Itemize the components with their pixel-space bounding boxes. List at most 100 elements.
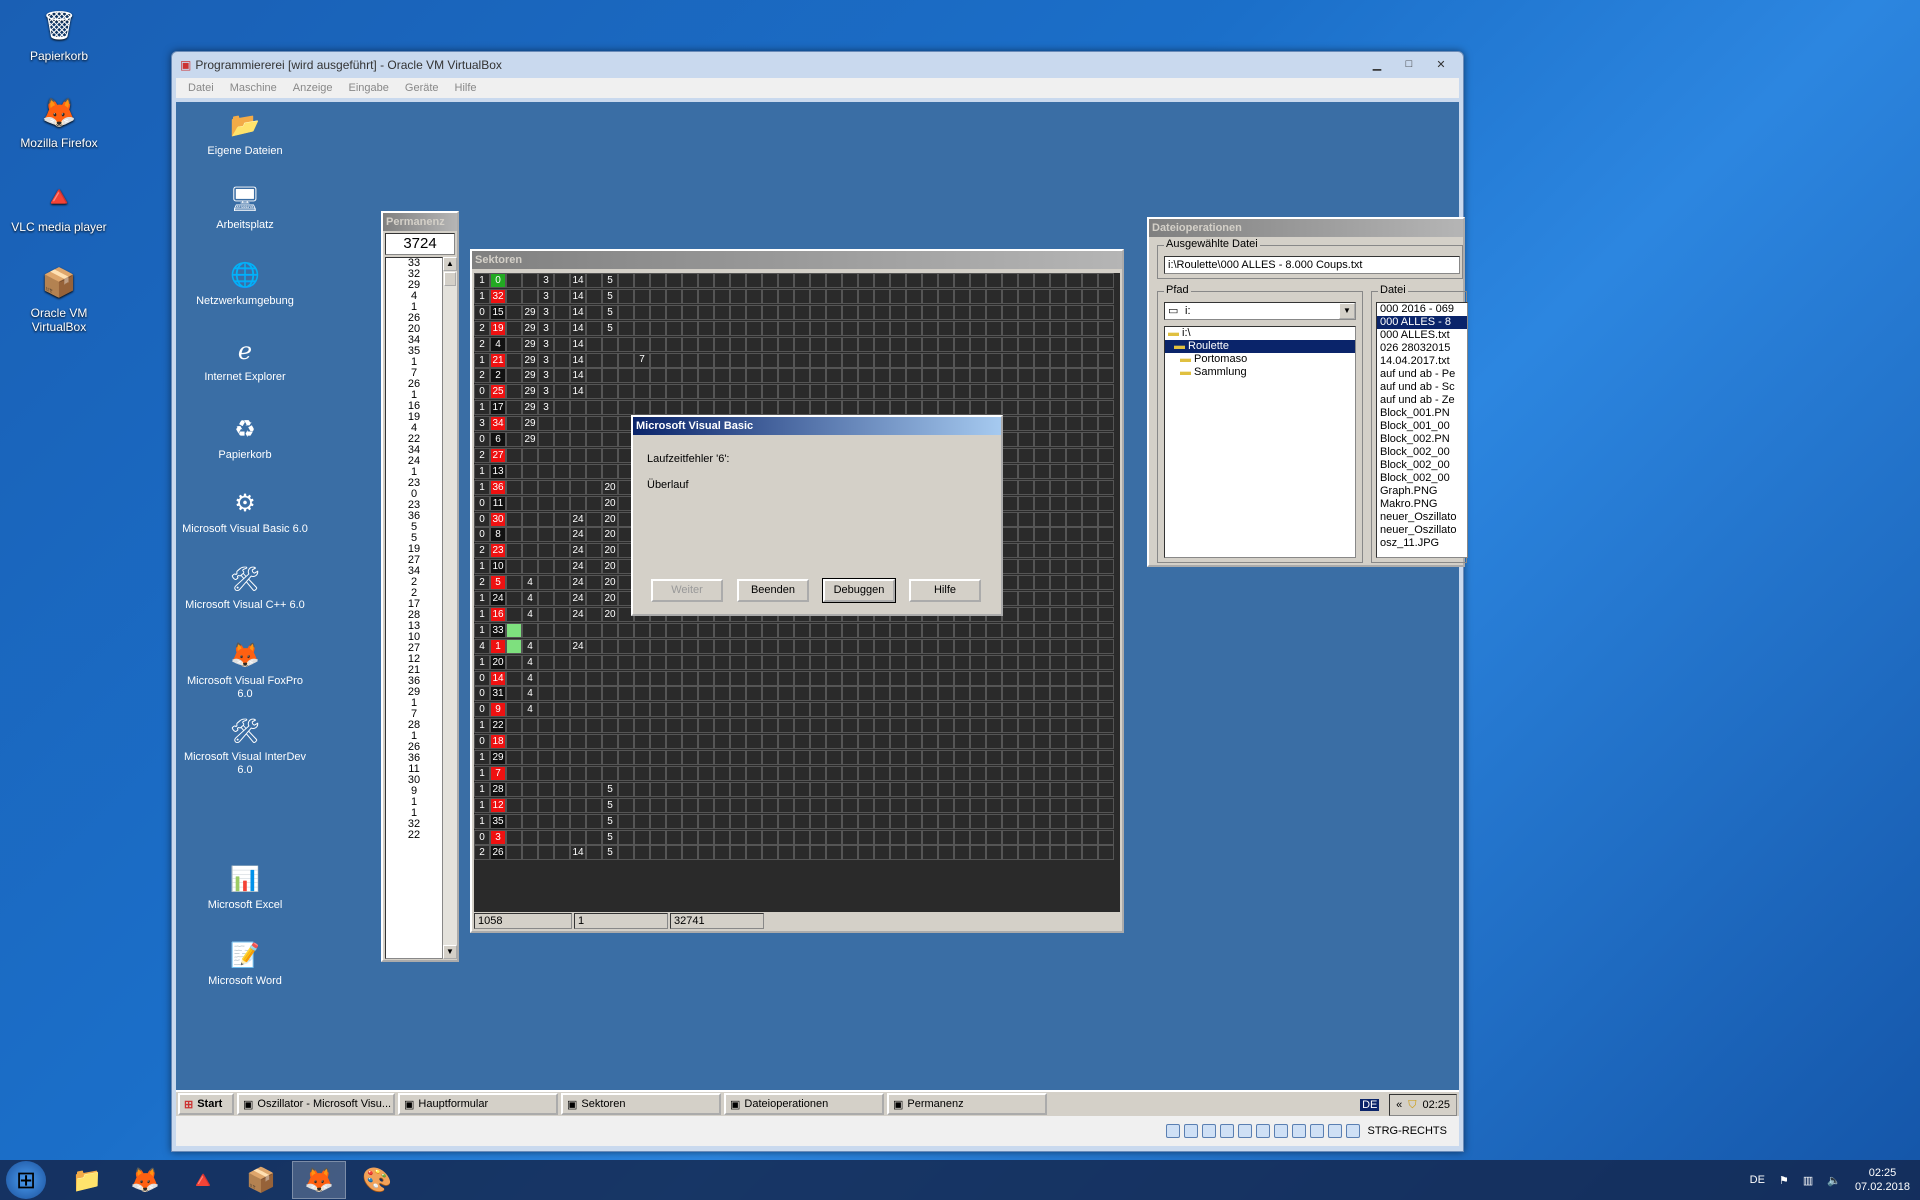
file-item[interactable]: Block_002_00 — [1377, 472, 1467, 485]
display-status-icon[interactable] — [1273, 1124, 1288, 1138]
folder-tree[interactable]: ▬ i:\ ▬ Roulette ▬ Portomaso ▬ Sammlung — [1164, 326, 1356, 558]
grid-cell — [842, 384, 858, 399]
windows-start-orb-icon[interactable]: ⊞ — [6, 1161, 46, 1199]
vlc-taskbar-icon[interactable]: 🔺 — [176, 1161, 230, 1199]
file-item[interactable]: Makro.PNG — [1377, 498, 1467, 511]
file-item[interactable]: neuer_Oszillato — [1377, 511, 1467, 524]
firefox-active-taskbar-icon[interactable]: 🦊 — [292, 1161, 346, 1199]
file-item[interactable]: auf und ab - Sc — [1377, 381, 1467, 394]
menu-item[interactable]: Eingabe — [349, 82, 389, 94]
file-item[interactable]: Block_002_00 — [1377, 446, 1467, 459]
file-item[interactable]: Block_001.PN — [1377, 407, 1467, 420]
tree-item[interactable]: ▬ Sammlung — [1165, 366, 1355, 379]
guest-taskbar-button[interactable]: ▣ Permanenz — [887, 1093, 1047, 1115]
dialog-title[interactable]: Microsoft Visual Basic — [633, 417, 1001, 435]
mouse-status-icon[interactable] — [1327, 1124, 1342, 1138]
guest-desktop-icon[interactable]: 📊 Microsoft Excel — [180, 862, 310, 912]
desktop-icon-recycle-bin[interactable]: 🗑 Papierkorb — [4, 5, 114, 64]
cpu-status-icon[interactable] — [1309, 1124, 1324, 1138]
file-item[interactable]: 026 28032015 — [1377, 342, 1467, 355]
start-button[interactable]: ⊞ Start — [178, 1093, 234, 1115]
weiter-button[interactable]: Weiter — [651, 579, 723, 602]
desktop-icon-firefox[interactable]: 🦊 Mozilla Firefox — [4, 92, 114, 151]
guest-desktop-icon[interactable]: 📂 Eigene Dateien — [180, 108, 310, 158]
host-lang[interactable]: DE — [1750, 1174, 1765, 1186]
close-button[interactable]: ✕ — [1429, 56, 1453, 72]
guest-desktop-icon[interactable]: 🛠 Microsoft Visual C++ 6.0 — [180, 562, 310, 612]
paint-taskbar-icon[interactable]: 🎨 — [350, 1161, 404, 1199]
grid-cell — [554, 623, 570, 638]
guest-desktop-icon[interactable]: ℯ Internet Explorer — [180, 334, 310, 384]
guest-taskbar-button[interactable]: ▣ Dateioperationen — [724, 1093, 884, 1115]
hilfe-button[interactable]: Hilfe — [909, 579, 981, 602]
beenden-button[interactable]: Beenden — [737, 579, 809, 602]
tray-expand-icon[interactable]: « — [1396, 1099, 1402, 1111]
permanenz-title[interactable]: Permanenz — [383, 213, 457, 231]
scroll-thumb[interactable] — [444, 272, 456, 286]
permanenz-list[interactable]: 33 32 29 4 1 26 20 34 35 1 7 26 1 16 19 4 22 34 24 1 23 0 23 36… — [385, 257, 443, 959]
guest-desktop-icon[interactable]: ♻ Papierkorb — [180, 412, 310, 462]
desktop-icon-virtualbox[interactable]: 📦 Oracle VM VirtualBox — [4, 262, 114, 335]
keyboard-status-icon[interactable] — [1345, 1124, 1360, 1138]
tree-item[interactable]: ▬ Portomaso — [1165, 353, 1355, 366]
volume-icon[interactable]: 🔈 — [1827, 1174, 1841, 1187]
file-item[interactable]: 000 ALLES - 8 — [1377, 316, 1467, 329]
file-item[interactable]: Block_002.PN — [1377, 433, 1467, 446]
menu-item[interactable]: Datei — [188, 82, 214, 94]
sektoren-title[interactable]: Sektoren — [472, 251, 1122, 269]
debuggen-button[interactable]: Debuggen — [822, 578, 896, 603]
file-item[interactable]: 000 ALLES.txt — [1377, 329, 1467, 342]
cd-status-icon[interactable] — [1183, 1124, 1198, 1138]
virtualbox-taskbar-icon[interactable]: 📦 — [234, 1161, 288, 1199]
lang-indicator[interactable]: DE — [1360, 1099, 1380, 1111]
scroll-down-button[interactable]: ▼ — [443, 945, 457, 959]
file-list[interactable]: 000 2016 - 069 000 ALLES - 8 000 ALLES.txt… — [1376, 302, 1468, 558]
minimize-button[interactable]: ▁ — [1365, 56, 1389, 72]
tree-item[interactable]: ▬ i:\ — [1165, 327, 1355, 340]
file-item[interactable]: neuer_Oszillato — [1377, 524, 1467, 537]
scroll-up-button[interactable]: ▲ — [443, 257, 457, 271]
datei-title[interactable]: Dateioperationen — [1149, 219, 1463, 237]
host-clock[interactable]: 02:25 07.02.2018 — [1855, 1166, 1910, 1194]
explorer-taskbar-icon[interactable]: 📁 — [60, 1161, 114, 1199]
hdd-status-icon[interactable] — [1165, 1124, 1180, 1138]
network-icon[interactable]: ▥ — [1803, 1174, 1813, 1187]
selected-file-field[interactable]: i:\Roulette\000 ALLES - 8.000 Coups.txt — [1164, 256, 1460, 274]
file-item[interactable]: Graph.PNG — [1377, 485, 1467, 498]
maximize-button[interactable]: □ — [1397, 56, 1421, 72]
desktop-icon-vlc[interactable]: 🔺 VLC media player — [4, 176, 114, 235]
drive-select[interactable]: ▭ i: ▼ — [1164, 302, 1356, 320]
audio-status-icon[interactable] — [1201, 1124, 1216, 1138]
firefox-taskbar-icon[interactable]: 🦊 — [118, 1161, 172, 1199]
guest-taskbar-button[interactable]: ▣ Sektoren — [561, 1093, 721, 1115]
chevron-down-icon[interactable]: ▼ — [1339, 303, 1355, 319]
guest-desktop-icon[interactable]: 🌐 Netzwerkumgebung — [180, 258, 310, 308]
menu-item[interactable]: Maschine — [230, 82, 277, 94]
network-status-icon[interactable] — [1219, 1124, 1234, 1138]
tree-item[interactable]: ▬ Roulette — [1165, 340, 1355, 353]
file-item[interactable]: auf und ab - Pe — [1377, 368, 1467, 381]
menu-item[interactable]: Geräte — [405, 82, 439, 94]
guest-desktop-icon[interactable]: 🖥 Arbeitsplatz — [180, 182, 310, 232]
file-item[interactable]: 000 2016 - 069 — [1377, 303, 1467, 316]
shield-icon[interactable]: ⛉ — [1408, 1099, 1416, 1112]
capture-status-icon[interactable] — [1291, 1124, 1306, 1138]
guest-desktop-icon[interactable]: ⚙ Microsoft Visual Basic 6.0 — [180, 486, 310, 536]
usb-status-icon[interactable] — [1237, 1124, 1252, 1138]
menu-item[interactable]: Hilfe — [455, 82, 477, 94]
guest-desktop-icon[interactable]: 🛠 Microsoft Visual InterDev 6.0 — [180, 714, 310, 777]
file-item[interactable]: osz_11.JPG — [1377, 537, 1467, 550]
guest-taskbar-button[interactable]: ▣ Oszillator - Microsoft Visu... — [237, 1093, 395, 1115]
shared-folder-icon[interactable] — [1255, 1124, 1270, 1138]
guest-desktop-icon[interactable]: 📝 Microsoft Word — [180, 938, 310, 988]
vbox-titlebar[interactable]: ▣ Programmiererei [wird ausgeführt] - Or… — [172, 52, 1463, 78]
permanenz-scrollbar[interactable]: ▲ ▼ — [443, 257, 457, 959]
flag-icon[interactable]: ⚑ — [1779, 1174, 1789, 1187]
file-item[interactable]: Block_002_00 — [1377, 459, 1467, 472]
menu-item[interactable]: Anzeige — [293, 82, 333, 94]
file-item[interactable]: Block_001_00 — [1377, 420, 1467, 433]
file-item[interactable]: auf und ab - Ze — [1377, 394, 1467, 407]
guest-desktop-icon[interactable]: 🦊 Microsoft Visual FoxPro 6.0 — [180, 638, 310, 701]
guest-taskbar-button[interactable]: ▣ Hauptformular — [398, 1093, 558, 1115]
file-item[interactable]: 14.04.2017.txt — [1377, 355, 1467, 368]
